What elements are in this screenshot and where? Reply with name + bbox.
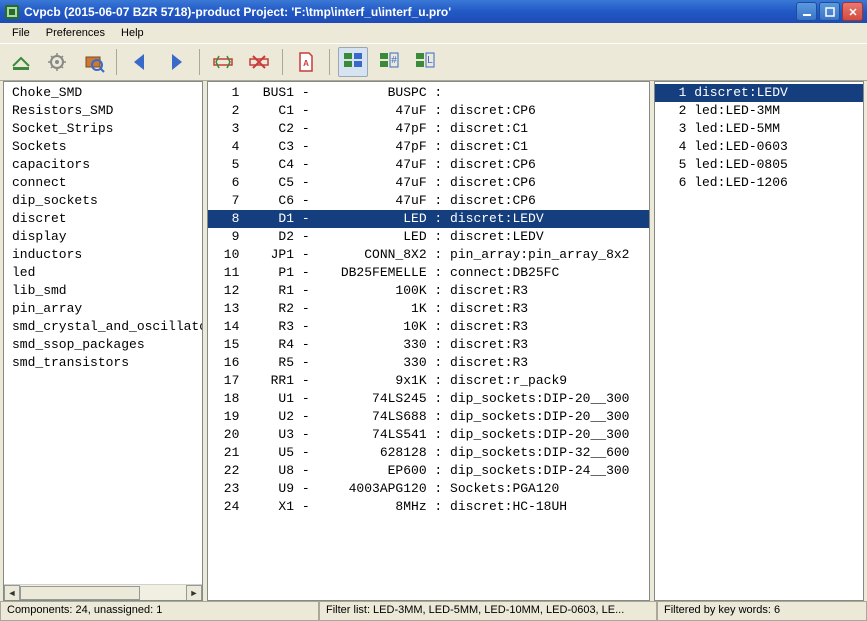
scroll-thumb[interactable] (20, 586, 140, 600)
library-item[interactable]: Sockets (4, 138, 202, 156)
status-components: Components: 24, unassigned: 1 (0, 602, 319, 621)
component-row[interactable]: 11 P1 - DB25FEMELLE : connect:DB25FC (208, 264, 649, 282)
component-row[interactable]: 2 C1 - 47uF : discret:CP6 (208, 102, 649, 120)
menu-help[interactable]: Help (113, 25, 152, 41)
component-row[interactable]: 21 U5 - 628128 : dip_sockets:DIP-32__600 (208, 444, 649, 462)
component-row[interactable]: 5 C4 - 47uF : discret:CP6 (208, 156, 649, 174)
library-item[interactable]: inductors (4, 246, 202, 264)
menubar: File Preferences Help (0, 23, 867, 43)
component-row[interactable]: 3 C2 - 47pF : discret:C1 (208, 120, 649, 138)
library-item[interactable]: discret (4, 210, 202, 228)
menu-file[interactable]: File (4, 25, 38, 41)
component-row[interactable]: 14 R3 - 10K : discret:R3 (208, 318, 649, 336)
library-item[interactable]: lib_smd (4, 282, 202, 300)
component-row[interactable]: 24 X1 - 8MHz : discret:HC-18UH (208, 498, 649, 516)
statusbar: Components: 24, unassigned: 1 Filter lis… (0, 601, 867, 621)
view-footprint-button[interactable] (78, 47, 108, 77)
settings-button[interactable] (42, 47, 72, 77)
footprint-row[interactable]: 5 led:LED-0805 (655, 156, 863, 174)
component-panel: 1 BUS1 - BUSPC : 2 C1 - 47uF : discret:C… (207, 81, 650, 601)
datasheet-button[interactable]: A (291, 47, 321, 77)
maximize-button[interactable] (819, 2, 840, 21)
footprint-row[interactable]: 3 led:LED-5MM (655, 120, 863, 138)
footprint-row[interactable]: 2 led:LED-3MM (655, 102, 863, 120)
toolbar: A # L (0, 43, 867, 81)
save-button[interactable] (6, 47, 36, 77)
library-item[interactable]: smd_transistors (4, 354, 202, 372)
footprint-row[interactable]: 4 led:LED-0603 (655, 138, 863, 156)
component-row[interactable]: 4 C3 - 47pF : discret:C1 (208, 138, 649, 156)
minimize-button[interactable] (796, 2, 817, 21)
component-row[interactable]: 15 R4 - 330 : discret:R3 (208, 336, 649, 354)
library-item[interactable]: smd_ssop_packages (4, 336, 202, 354)
component-row[interactable]: 23 U9 - 4003APG120 : Sockets:PGA120 (208, 480, 649, 498)
component-list[interactable]: 1 BUS1 - BUSPC : 2 C1 - 47uF : discret:C… (208, 82, 649, 600)
library-item[interactable]: connect (4, 174, 202, 192)
prev-button[interactable] (125, 47, 155, 77)
component-row[interactable]: 19 U2 - 74LS688 : dip_sockets:DIP-20__30… (208, 408, 649, 426)
filter-footprint-list-button[interactable] (338, 47, 368, 77)
filter-library-button[interactable]: L (410, 47, 440, 77)
component-row[interactable]: 6 C5 - 47uF : discret:CP6 (208, 174, 649, 192)
component-row[interactable]: 17 RR1 - 9x1K : discret:r_pack9 (208, 372, 649, 390)
library-list[interactable]: Choke_SMDResistors_SMDSocket_StripsSocke… (4, 82, 202, 584)
component-row[interactable]: 8 D1 - LED : discret:LEDV (208, 210, 649, 228)
titlebar: Cvpcb (2015-06-07 BZR 5718)-product Proj… (0, 0, 867, 23)
svg-text:L: L (427, 55, 433, 66)
scroll-right-icon[interactable]: ► (186, 585, 202, 601)
auto-associate-button[interactable] (208, 47, 238, 77)
library-item[interactable]: dip_sockets (4, 192, 202, 210)
scrollbar-horizontal[interactable]: ◄ ► (4, 584, 202, 600)
app-icon (4, 4, 20, 20)
scroll-left-icon[interactable]: ◄ (4, 585, 20, 601)
library-item[interactable]: capacitors (4, 156, 202, 174)
library-item[interactable]: display (4, 228, 202, 246)
library-item[interactable]: led (4, 264, 202, 282)
library-panel: Choke_SMDResistors_SMDSocket_StripsSocke… (3, 81, 203, 601)
footprint-row[interactable]: 1 discret:LEDV (655, 84, 863, 102)
component-row[interactable]: 9 D2 - LED : discret:LEDV (208, 228, 649, 246)
delete-associations-button[interactable] (244, 47, 274, 77)
component-row[interactable]: 16 R5 - 330 : discret:R3 (208, 354, 649, 372)
window-title: Cvpcb (2015-06-07 BZR 5718)-product Proj… (24, 5, 796, 19)
status-filter-list: Filter list: LED-3MM, LED-5MM, LED-10MM,… (319, 602, 657, 621)
component-row[interactable]: 7 C6 - 47uF : discret:CP6 (208, 192, 649, 210)
library-item[interactable]: Choke_SMD (4, 84, 202, 102)
footprint-panel: 1 discret:LEDV 2 led:LED-3MM 3 led:LED-5… (654, 81, 864, 601)
library-item[interactable]: pin_array (4, 300, 202, 318)
component-row[interactable]: 10 JP1 - CONN_8X2 : pin_array:pin_array_… (208, 246, 649, 264)
component-row[interactable]: 22 U8 - EP600 : dip_sockets:DIP-24__300 (208, 462, 649, 480)
footprint-row[interactable]: 6 led:LED-1206 (655, 174, 863, 192)
next-button[interactable] (161, 47, 191, 77)
component-row[interactable]: 20 U3 - 74LS541 : dip_sockets:DIP-20__30… (208, 426, 649, 444)
filter-pin-count-button[interactable]: # (374, 47, 404, 77)
svg-text:#: # (391, 55, 397, 66)
footprint-list[interactable]: 1 discret:LEDV 2 led:LED-3MM 3 led:LED-5… (655, 82, 863, 600)
menu-preferences[interactable]: Preferences (38, 25, 113, 41)
component-row[interactable]: 13 R2 - 1K : discret:R3 (208, 300, 649, 318)
library-item[interactable]: Socket_Strips (4, 120, 202, 138)
close-button[interactable] (842, 2, 863, 21)
component-row[interactable]: 1 BUS1 - BUSPC : (208, 84, 649, 102)
svg-text:A: A (303, 59, 309, 68)
content-area: Choke_SMDResistors_SMDSocket_StripsSocke… (3, 81, 864, 601)
library-item[interactable]: Resistors_SMD (4, 102, 202, 120)
library-item[interactable]: smd_crystal_and_oscillator (4, 318, 202, 336)
component-row[interactable]: 18 U1 - 74LS245 : dip_sockets:DIP-20__30… (208, 390, 649, 408)
component-row[interactable]: 12 R1 - 100K : discret:R3 (208, 282, 649, 300)
status-filtered: Filtered by key words: 6 (657, 602, 867, 621)
